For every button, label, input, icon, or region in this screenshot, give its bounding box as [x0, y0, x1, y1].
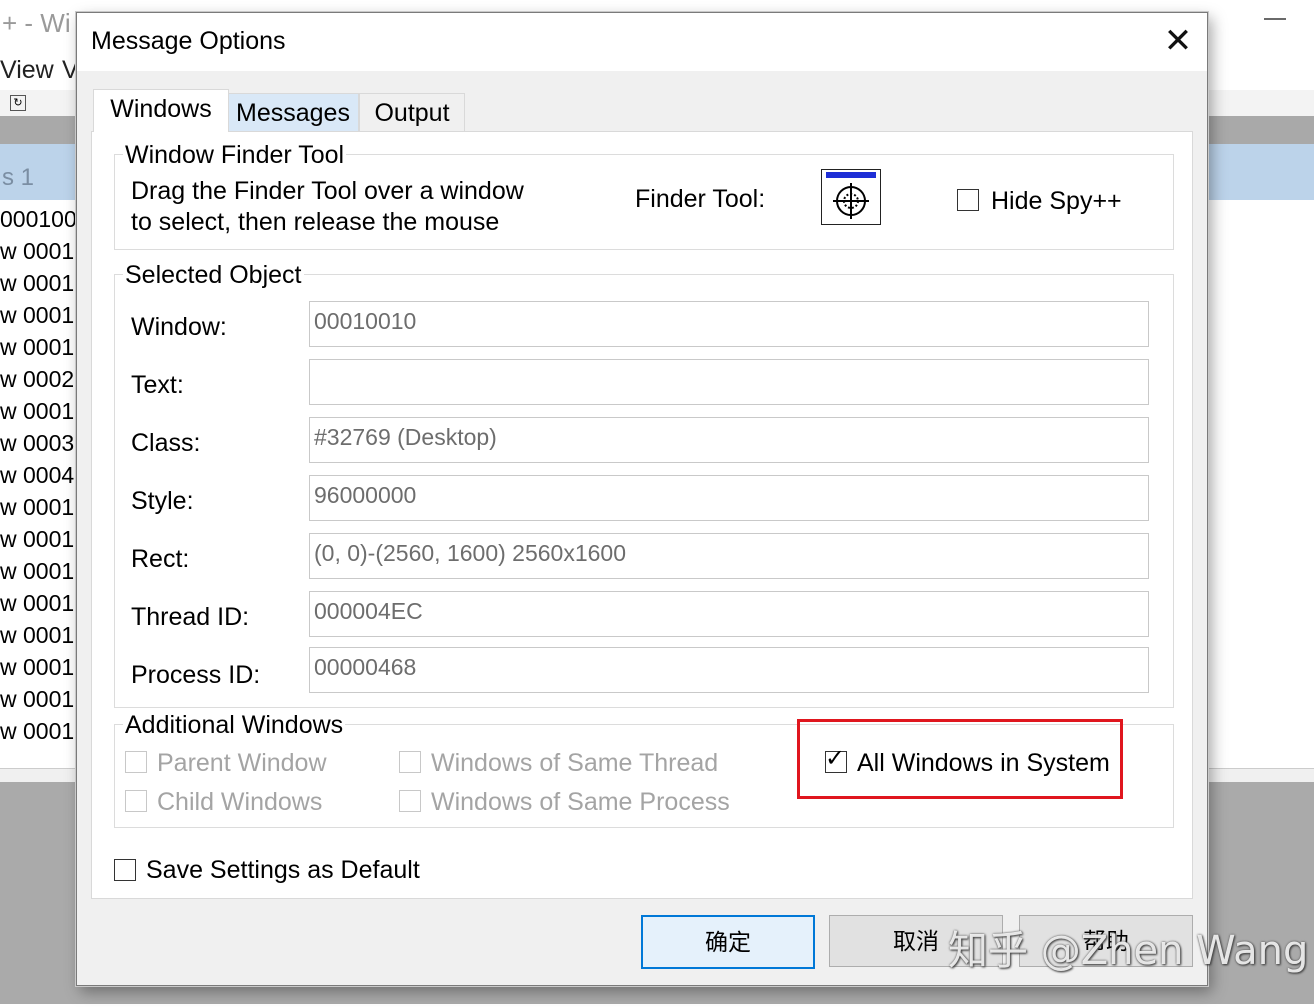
window-value: 00010010: [314, 308, 417, 334]
class-field[interactable]: #32769 (Desktop): [309, 417, 1149, 463]
close-icon[interactable]: ✕: [1157, 21, 1199, 63]
tab-messages[interactable]: Messages: [227, 93, 359, 132]
process-id-label: Process ID:: [131, 661, 261, 689]
selected-object-group: Selected Object Window: 00010010 Text: C…: [114, 261, 1174, 708]
selected-object-legend: Selected Object: [123, 261, 304, 290]
thread-id-field[interactable]: 000004EC: [309, 591, 1149, 637]
background-list-row: w 00010: [0, 398, 87, 424]
style-field[interactable]: 96000000: [309, 475, 1149, 521]
background-list-row: w 00010: [0, 526, 87, 552]
child-windows-label: Child Windows: [157, 788, 323, 816]
same-thread-checkbox[interactable]: [399, 751, 421, 773]
background-list-row: w 00010: [0, 558, 87, 584]
thread-id-value: 000004EC: [314, 598, 423, 624]
finder-tool-legend: Window Finder Tool: [123, 141, 347, 170]
parent-window-label: Parent Window: [157, 749, 327, 777]
background-list-row: w 00030: [0, 430, 87, 456]
tab-windows[interactable]: Windows: [93, 89, 229, 132]
class-label: Class:: [131, 429, 201, 457]
dialog-titlebar: Message Options ✕: [77, 13, 1207, 71]
hide-spy-checkbox[interactable]: [957, 189, 979, 211]
same-process-label: Windows of Same Process: [431, 788, 730, 816]
finder-tool-group: Window Finder Tool Drag the Finder Tool …: [114, 141, 1174, 250]
text-field[interactable]: [309, 359, 1149, 405]
background-list-row: w 00010: [0, 654, 87, 680]
style-value: 96000000: [314, 482, 417, 508]
background-list-row: w 00010: [0, 334, 87, 360]
background-title: + - Wi: [2, 8, 71, 38]
watermark: 知乎 @Zhen Wang: [948, 928, 1309, 974]
background-list-row: w 00040: [0, 462, 87, 488]
finder-description-line1: Drag the Finder Tool over a window: [131, 177, 524, 205]
additional-windows-group: Additional Windows Parent Window Child W…: [114, 711, 1174, 828]
background-list-row: w 00010: [0, 302, 87, 328]
background-list-row: w 00010: [0, 686, 87, 712]
checkmark-icon: ✓: [825, 745, 846, 772]
style-label: Style:: [131, 487, 194, 515]
window-label: Window:: [131, 313, 227, 341]
thread-id-label: Thread ID:: [131, 603, 250, 631]
background-child-title: s 1: [2, 164, 35, 191]
save-default-label[interactable]: Save Settings as Default: [146, 856, 420, 885]
class-value: #32769 (Desktop): [314, 424, 497, 450]
finder-tool-label: Finder Tool:: [635, 185, 766, 213]
crosshair-icon: [833, 183, 869, 219]
same-process-checkbox[interactable]: [399, 790, 421, 812]
child-windows-checkbox[interactable]: [125, 790, 147, 812]
all-windows-label[interactable]: All Windows in System: [857, 749, 1110, 778]
menu-view[interactable]: View: [0, 56, 54, 85]
process-id-field[interactable]: 00000468: [309, 647, 1149, 693]
background-list-row: 000100: [0, 206, 77, 232]
rect-label: Rect:: [131, 545, 190, 573]
background-list-row: w 00010: [0, 590, 87, 616]
rect-field[interactable]: (0, 0)-(2560, 1600) 2560x1600: [309, 533, 1149, 579]
background-list-row: w 00010: [0, 238, 87, 264]
background-list-row: w 00020: [0, 366, 87, 392]
hide-spy-label[interactable]: Hide Spy++: [991, 187, 1122, 216]
text-label: Text:: [131, 371, 184, 399]
refresh-icon[interactable]: ↻: [10, 95, 26, 111]
background-list-row: w 00010: [0, 718, 87, 744]
background-list-row: w 00010: [0, 622, 87, 648]
rect-value: (0, 0)-(2560, 1600) 2560x1600: [314, 540, 626, 566]
background-list-row: w 00010: [0, 270, 87, 296]
tab-output[interactable]: Output: [359, 93, 465, 132]
windows-tab-panel: Window Finder Tool Drag the Finder Tool …: [91, 131, 1193, 899]
parent-window-checkbox[interactable]: [125, 751, 147, 773]
ok-button[interactable]: 确定: [641, 915, 815, 969]
background-list-row: w 00010: [0, 494, 87, 520]
all-windows-checkbox[interactable]: ✓: [825, 747, 847, 773]
window-field[interactable]: 00010010: [309, 301, 1149, 347]
save-default-checkbox[interactable]: [114, 859, 136, 881]
additional-windows-legend: Additional Windows: [123, 711, 346, 740]
finder-description-line2: to select, then release the mouse: [131, 208, 500, 236]
message-options-dialog: Message Options ✕ Windows Messages Outpu…: [76, 12, 1208, 986]
minimize-icon[interactable]: [1264, 18, 1286, 20]
dialog-title: Message Options: [91, 27, 286, 55]
same-thread-label: Windows of Same Thread: [431, 749, 719, 777]
process-id-value: 00000468: [314, 654, 417, 680]
finder-tool-icon[interactable]: [821, 169, 881, 225]
